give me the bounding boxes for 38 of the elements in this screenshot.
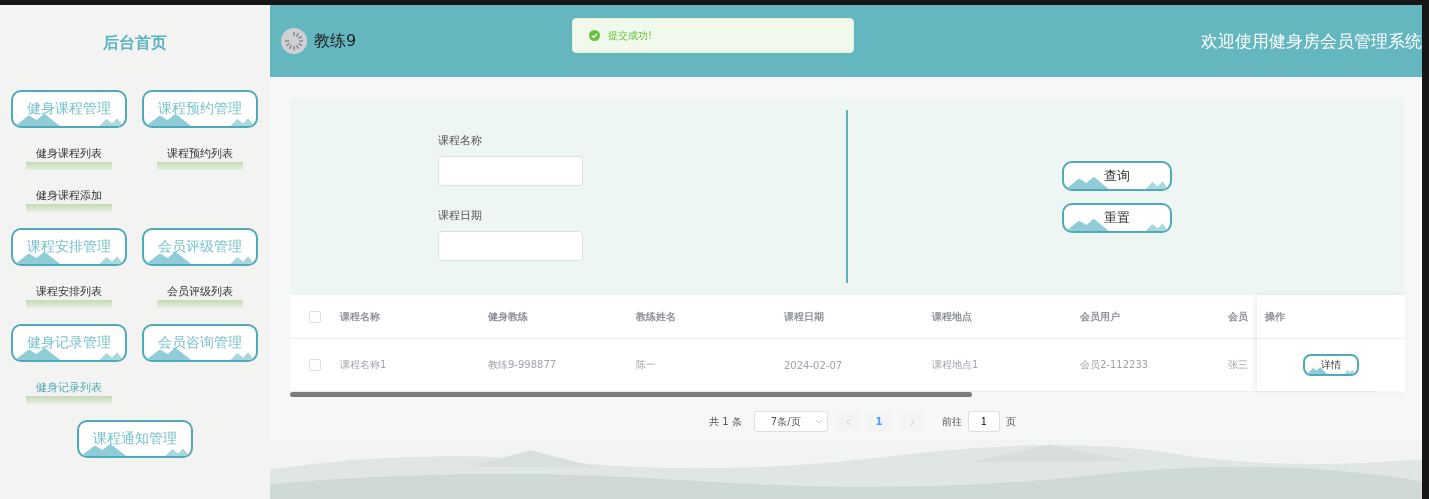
table-cell: 教练9-998877: [488, 359, 557, 370]
chevron-right-icon: [910, 417, 916, 426]
table-cell: 张三: [1228, 359, 1248, 370]
column-header: 课程日期: [784, 310, 824, 322]
table-cell: 课程地点1: [932, 359, 979, 370]
scrollbar[interactable]: [290, 392, 972, 397]
page-input[interactable]: 1: [967, 411, 1000, 432]
page-suffix: 页: [1005, 414, 1016, 429]
search-button[interactable]: 重置: [1062, 202, 1172, 233]
input-field[interactable]: [438, 155, 583, 186]
field-label: 课程日期: [438, 207, 483, 223]
avatar-icon: [281, 28, 307, 54]
column-header: 会员: [1228, 310, 1248, 322]
column-header: 教练姓名: [636, 310, 676, 322]
column-header: 健身教练: [488, 310, 528, 322]
search-button[interactable]: 查询: [1062, 160, 1172, 191]
table-cell: 会员2-112233: [1080, 359, 1149, 370]
column-header: 课程地点: [932, 310, 972, 322]
page-size-select[interactable]: 7条/页: [753, 411, 828, 432]
check-circle-icon: [589, 30, 600, 41]
column-header: 操作: [1265, 309, 1285, 324]
chevron-left-icon: [846, 417, 852, 426]
field-label: 课程名称: [438, 132, 483, 148]
table-cell: 2024-02-07: [784, 359, 843, 371]
column-header: 会员用户: [1080, 310, 1120, 322]
username: 教练9: [314, 30, 357, 52]
table-cell: 课程名称1: [340, 359, 387, 370]
chevron-down-icon: [814, 419, 823, 424]
toast-message: 提交成功!: [608, 28, 652, 43]
checkbox[interactable]: [309, 359, 321, 371]
system-title: 欢迎使用健身房会员管理系统: [1201, 29, 1422, 53]
sidebar-title: 后台首页: [102, 33, 168, 54]
input-field[interactable]: [438, 230, 583, 261]
details-button[interactable]: 详情: [1303, 354, 1359, 376]
column-header: 课程名称: [340, 310, 380, 322]
checkbox[interactable]: [309, 310, 321, 323]
goto-label: 前往: [941, 414, 962, 429]
total-count: 共 1 条: [709, 414, 742, 429]
